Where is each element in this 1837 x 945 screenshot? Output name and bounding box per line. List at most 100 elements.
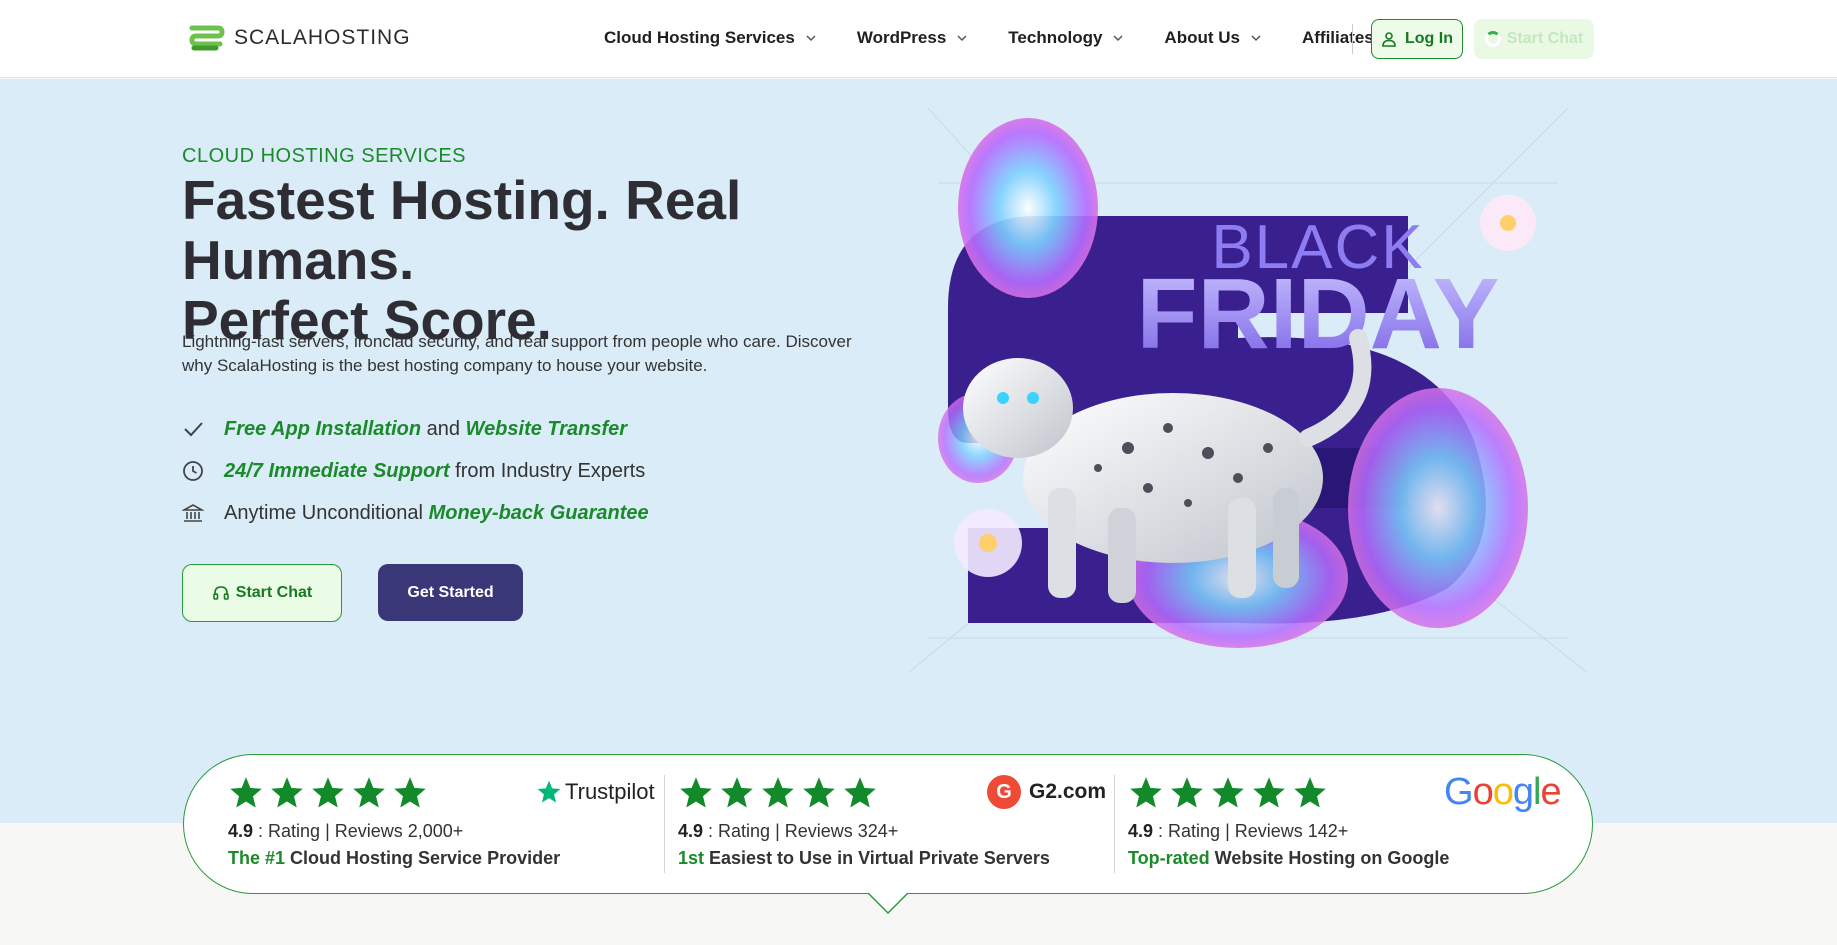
chevron-down-icon bbox=[806, 35, 816, 42]
clock-icon bbox=[183, 461, 203, 481]
nav-label: About Us bbox=[1164, 28, 1240, 47]
loading-spinner-icon bbox=[1484, 31, 1501, 47]
nav-wordpress[interactable]: WordPress bbox=[857, 28, 968, 48]
star-icon bbox=[353, 777, 385, 808]
rating-summary: 4.9 : Rating | Reviews 324+ bbox=[678, 821, 898, 842]
feature-item: Anytime Unconditional Money-back Guarant… bbox=[182, 492, 649, 534]
get-started-button[interactable]: Get Started bbox=[378, 564, 523, 621]
hero-eyebrow: CLOUD HOSTING SERVICES bbox=[182, 145, 467, 167]
start-chat-button[interactable]: Start Chat bbox=[182, 564, 342, 622]
rating-summary: 4.9 : Rating | Reviews 2,000+ bbox=[228, 821, 463, 842]
chat-label: Start Chat bbox=[1506, 30, 1584, 47]
trustpilot-star-icon bbox=[537, 780, 561, 803]
headline-line: Fastest Hosting. Real Humans. bbox=[182, 169, 742, 291]
star-icon bbox=[1212, 777, 1244, 808]
chevron-down-icon bbox=[1251, 35, 1261, 42]
star-icon bbox=[230, 777, 262, 808]
feature-text: Anytime Unconditional bbox=[224, 501, 429, 524]
star-rating bbox=[678, 775, 878, 811]
star-icon bbox=[271, 777, 303, 808]
star-icon bbox=[1253, 777, 1285, 808]
flower-icon bbox=[954, 509, 1022, 577]
star-icon bbox=[1294, 777, 1326, 808]
google-logo[interactable]: Google bbox=[1444, 771, 1562, 813]
nav-technology[interactable]: Technology bbox=[1008, 28, 1124, 48]
nav-label: Affiliates bbox=[1301, 28, 1374, 47]
chat-button-label: Start Chat bbox=[235, 584, 313, 601]
rating-score: 4.9 bbox=[678, 821, 704, 841]
main-nav: Cloud Hosting Services WordPress Technol… bbox=[604, 28, 1414, 48]
hero-lead: Lightning-fast servers, ironclad securit… bbox=[182, 332, 852, 375]
hero-headline: Fastest Hosting. Real Humans. Perfect Sc… bbox=[182, 170, 882, 350]
get-started-label: Get Started bbox=[407, 583, 494, 601]
ratings-bar: 4.9 : Rating | Reviews 2,000+ The #1 Clo… bbox=[183, 754, 1593, 894]
rating-desc-text: Cloud Hosting Service Provider bbox=[285, 848, 561, 868]
rating-highlight: The #1 bbox=[228, 848, 286, 868]
star-icon bbox=[762, 777, 794, 808]
chevron-down-icon bbox=[957, 35, 967, 42]
rating-reviews: : Rating | Reviews 324+ bbox=[703, 821, 899, 841]
star-icon bbox=[1171, 777, 1203, 808]
google-letter: g bbox=[1512, 771, 1534, 813]
rating-desc-text: Easiest to Use in Virtual Private Server… bbox=[704, 848, 1050, 868]
rating-summary: 4.9 : Rating | Reviews 142+ bbox=[1128, 821, 1348, 842]
star-icon bbox=[803, 777, 835, 808]
logo-icon bbox=[189, 25, 225, 51]
nav-about-us[interactable]: About Us bbox=[1164, 28, 1262, 48]
nav-affiliates[interactable]: Affiliates bbox=[1302, 28, 1374, 48]
rating-google: 4.9 : Rating | Reviews 142+ Top-rated We… bbox=[1084, 755, 1594, 895]
header-chat-button[interactable]: Start Chat bbox=[1474, 19, 1594, 59]
flower-icon bbox=[1480, 195, 1536, 251]
feature-em: Website Transfer bbox=[465, 417, 628, 440]
ratings-pointer bbox=[868, 887, 908, 915]
rating-highlight: Top-rated bbox=[1128, 848, 1210, 868]
feature-em: 24/7 Immediate Support bbox=[224, 459, 450, 482]
star-icon bbox=[680, 777, 712, 808]
feature-text: and bbox=[421, 417, 466, 440]
nav-label: Cloud Hosting Services bbox=[604, 28, 795, 47]
black-friday-promo-image[interactable]: BLACK FRIDAY bbox=[908, 108, 1588, 673]
google-letter: G bbox=[1444, 771, 1474, 813]
headset-icon bbox=[212, 586, 229, 600]
check-icon bbox=[184, 422, 203, 437]
feature-item: Free App Installation and Website Transf… bbox=[182, 408, 649, 450]
g2-icon: G bbox=[987, 775, 1021, 809]
site-header: SCALAHOSTING Cloud Hosting Services Word… bbox=[0, 0, 1837, 78]
feature-list: Free App Installation and Website Transf… bbox=[182, 408, 649, 534]
feature-text: from Industry Experts bbox=[449, 459, 646, 482]
promo-line2: FRIDAY bbox=[1136, 258, 1499, 370]
swirl-shape bbox=[958, 118, 1098, 298]
logo-text: SCALAHOSTING bbox=[234, 26, 411, 49]
google-letter: e bbox=[1540, 771, 1561, 813]
nav-label: Technology bbox=[1008, 28, 1103, 47]
feature-item: 24/7 Immediate Support from Industry Exp… bbox=[182, 450, 649, 492]
rating-description: Top-rated Website Hosting on Google bbox=[1128, 848, 1449, 869]
rating-reviews: : Rating | Reviews 2,000+ bbox=[253, 821, 464, 841]
swirl-shape bbox=[1348, 388, 1528, 628]
star-icon bbox=[721, 777, 753, 808]
nav-label: WordPress bbox=[856, 28, 947, 47]
rating-reviews: : Rating | Reviews 142+ bbox=[1153, 821, 1349, 841]
nav-divider bbox=[1352, 24, 1353, 54]
feature-em: Free App Installation bbox=[224, 417, 422, 440]
rating-g2: 4.9 : Rating | Reviews 324+ 1st Easiest … bbox=[634, 755, 1114, 895]
google-letter: o bbox=[1472, 771, 1494, 813]
logo[interactable]: SCALAHOSTING bbox=[186, 22, 411, 54]
rating-desc-text: Website Hosting on Google bbox=[1209, 848, 1450, 868]
rating-description: 1st Easiest to Use in Virtual Private Se… bbox=[678, 848, 1050, 869]
rating-score: 4.9 bbox=[1128, 821, 1154, 841]
star-rating bbox=[228, 775, 428, 811]
google-letter: o bbox=[1492, 771, 1514, 813]
rating-score: 4.9 bbox=[228, 821, 254, 841]
chevron-down-icon bbox=[1113, 35, 1123, 42]
feature-em: Money-back Guarantee bbox=[428, 501, 649, 524]
user-icon bbox=[1382, 32, 1396, 47]
star-icon bbox=[844, 777, 876, 808]
login-button[interactable]: Log In bbox=[1371, 19, 1463, 59]
bank-icon bbox=[182, 504, 204, 522]
rating-description: The #1 Cloud Hosting Service Provider bbox=[228, 848, 560, 869]
star-icon bbox=[1130, 777, 1162, 808]
star-rating bbox=[1128, 775, 1328, 811]
star-icon bbox=[312, 777, 344, 808]
nav-cloud-hosting[interactable]: Cloud Hosting Services bbox=[604, 28, 817, 48]
